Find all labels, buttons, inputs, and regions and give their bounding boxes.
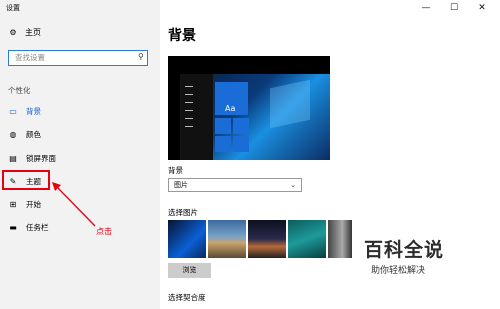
background-preview: Aa [168, 56, 330, 160]
picture-thumbnail[interactable] [168, 220, 206, 258]
image-icon: ▭ [9, 106, 17, 116]
sidebar-item-background[interactable]: ▭ 背景 [8, 103, 41, 119]
windows-logo-glow [270, 79, 310, 129]
chevron-down-icon: ⌄ [290, 181, 296, 189]
highlight-box [2, 170, 50, 190]
palette-icon: ◍ [9, 129, 17, 139]
preview-tile-label: Aa [225, 104, 236, 113]
sidebar-item-label: 任务栏 [26, 222, 49, 232]
preview-tile [233, 136, 249, 152]
sidebar-item-label: 背景 [26, 106, 41, 116]
preview-tile [233, 118, 249, 134]
picture-thumbnail[interactable] [328, 220, 352, 258]
dropdown-value: 图片 [174, 181, 188, 189]
preview-desktop: Aa [180, 74, 330, 160]
choose-fit-label: 选择契合度 [168, 293, 206, 302]
taskbar-icon: ▬ [9, 222, 17, 232]
window-title: 设置 [6, 4, 20, 12]
sidebar-item-taskbar[interactable]: ▬ 任务栏 [8, 219, 49, 235]
picture-thumbnail[interactable] [208, 220, 246, 258]
picture-thumbnail[interactable] [288, 220, 326, 258]
start-icon: ⊞ [9, 199, 17, 209]
background-label: 背景 [168, 166, 183, 175]
gear-icon: ⚙ [9, 28, 17, 37]
background-type-dropdown[interactable]: 图片 ⌄ [168, 178, 302, 192]
preview-tile [215, 136, 231, 152]
sidebar-item-label: 开始 [26, 199, 41, 209]
sidebar-item-lock-screen[interactable]: ▤ 锁屏界面 [8, 150, 56, 166]
annotation-label: 点击 [96, 227, 112, 236]
search-icon[interactable]: ⚲ [138, 52, 156, 61]
home-nav[interactable]: ⚙ 主页 [8, 27, 41, 38]
picture-thumbnails [168, 220, 352, 258]
section-label: 个性化 [8, 86, 31, 95]
watermark-title: 百科全说 [364, 239, 445, 261]
close-button[interactable]: ✕ [470, 0, 494, 16]
choose-picture-label: 选择图片 [168, 208, 198, 217]
picture-thumbnail[interactable] [248, 220, 286, 258]
page-title: 背景 [168, 28, 196, 44]
minimize-button[interactable]: — [414, 0, 438, 16]
sidebar-item-label: 颜色 [26, 129, 41, 139]
maximize-button[interactable]: ☐ [442, 0, 466, 16]
home-label: 主页 [25, 28, 41, 37]
sidebar: 设置 ⚙ 主页 查找设置 ⚲ 个性化 ▭ 背景 ◍ 颜色 ▤ 锁屏界面 ✎ 主题… [0, 0, 160, 309]
preview-start-menu [180, 74, 213, 160]
annotation-arrow [52, 182, 96, 227]
sidebar-item-start[interactable]: ⊞ 开始 [8, 196, 41, 212]
main-panel: — ☐ ✕ 背景 Aa 背景 图片 ⌄ 选择图片 浏览 百科全说 助你轻松解决 … [160, 0, 500, 309]
lock-screen-icon: ▤ [9, 153, 17, 163]
preview-tile [215, 118, 231, 134]
browse-button[interactable]: 浏览 [168, 263, 211, 278]
sidebar-item-colors[interactable]: ◍ 颜色 [8, 126, 42, 142]
search-input[interactable]: 查找设置 [8, 50, 148, 66]
watermark-subtitle: 助你轻松解决 [371, 266, 426, 276]
sidebar-item-label: 锁屏界面 [26, 153, 56, 163]
